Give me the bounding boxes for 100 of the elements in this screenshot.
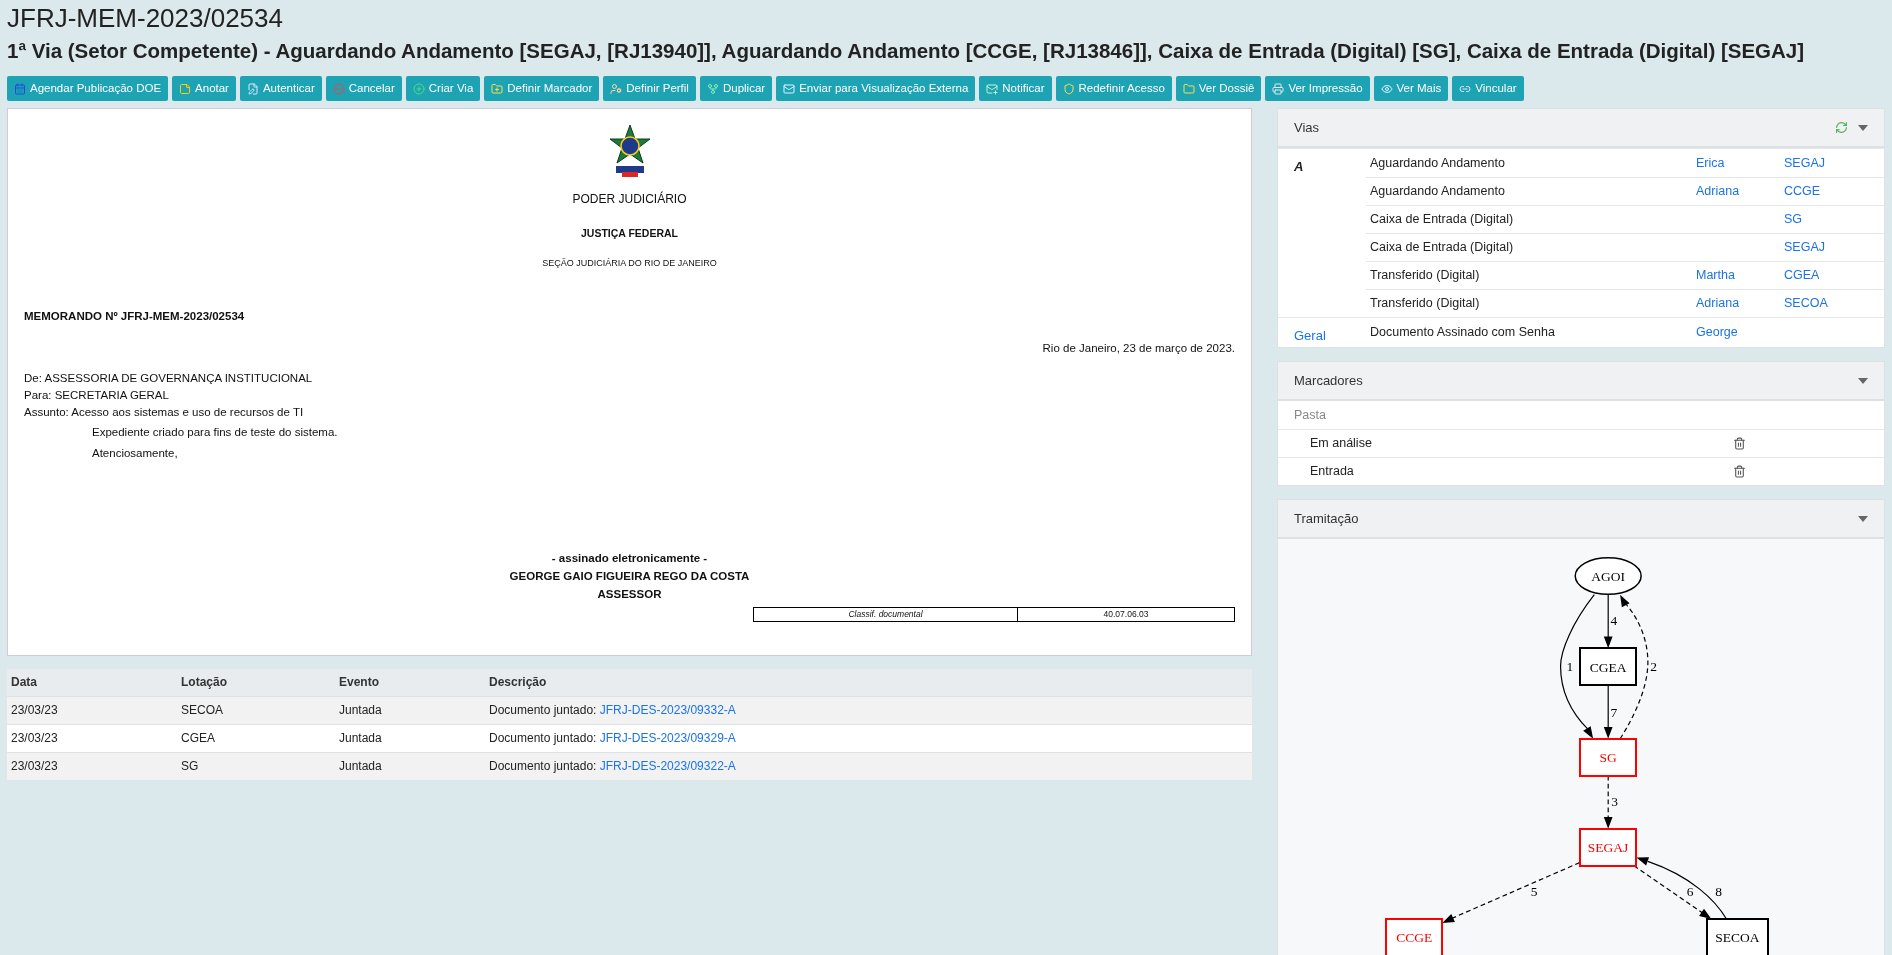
edge-label: 3 [1611,793,1619,809]
trash-icon[interactable] [1733,437,1746,450]
calendar-icon [14,82,26,95]
edge-label: 7 [1610,704,1618,720]
graph-node[interactable] [1705,917,1770,955]
node-label: SECOA [1715,930,1760,946]
caret-icon[interactable] [1858,515,1868,522]
caret-icon[interactable] [1858,377,1868,384]
column-header: Evento [335,669,485,696]
via-status: Caixa de Entrada (Digital) [1369,239,1515,257]
user-gear-icon [610,82,623,95]
document-title: JFRJ-MEM-2023/02534 [7,2,284,34]
toolbar-button[interactable]: Agendar Publicação DOE [7,76,169,101]
memo-paragraph: Atenciosamente, [92,445,179,461]
classification-value: 40.07.06.03 [1102,607,1150,621]
toolbar-button[interactable]: Redefinir Acesso [1055,76,1172,101]
edge-label: 2 [1650,658,1657,674]
plus-circle-icon [412,82,425,95]
graph-node[interactable] [1385,917,1444,955]
toolbar-button[interactable]: Ver Dossiê [1175,76,1262,101]
envelope-icon [986,82,999,95]
toolbar-button[interactable]: Ver Impressão [1265,76,1370,101]
person-link[interactable]: Martha [1696,268,1735,283]
institution-heading: PODER JUDICIÁRIO [572,190,687,208]
unit-link[interactable]: SECOA [1784,296,1828,311]
pen-icon [246,82,259,95]
via-status: Documento Assinado com Senha [1369,323,1556,341]
node-label: SG [1599,750,1617,765]
emblem-drawing [607,124,652,178]
graph-node[interactable] [1579,647,1637,687]
unit-link[interactable]: SEGAJ [1784,240,1825,255]
document-link[interactable]: JFRJ-DES-2023/09332-A [599,703,736,717]
unit-link[interactable]: SEGAJ [1784,155,1825,170]
toolbar-button[interactable]: Vincular [1452,76,1524,101]
via-status: Aguardando Andamento [1369,154,1506,172]
person-link[interactable]: Adriana [1696,184,1740,199]
note-icon [179,82,192,95]
toolbar-button[interactable]: Duplicar [699,76,773,101]
unit-link[interactable]: CCGE [1784,184,1821,199]
group-label: Pasta [1294,406,1326,424]
toolbar-button[interactable]: Definir Perfil [603,76,696,101]
description-text: Documento juntado: [489,759,597,774]
panel-title: Tramitação [1294,509,1359,528]
person-link[interactable]: Erica [1696,155,1725,170]
memo-header-line: De: ASSESSORIA DE GOVERNANÇA INSTITUCIONAL [24,370,314,386]
table-cell: SG [177,752,335,780]
section-heading: SEÇÃO JUDICIÁRIA DO RIO DE JANEIRO [542,256,717,270]
graph-node[interactable] [1579,737,1637,777]
shield-icon [1062,82,1075,95]
court-heading: JUSTIÇA FEDERAL [580,226,678,241]
node-label: AGOI [1591,568,1626,584]
panel-title: Marcadores [1294,371,1363,390]
toolbar-button[interactable]: Cancelar [325,76,402,101]
table-cell: 23/03/23 [7,752,177,780]
memo-number: MEMORANDO Nº JFRJ-MEM-2023/02534 [24,309,246,325]
date-line: Rio de Janeiro, 23 de março de 2023. [1041,340,1235,356]
unit-link[interactable]: CGEA [1784,268,1820,283]
folder-icon [491,82,504,95]
minus-circle-icon [332,82,345,95]
toolbar-button[interactable]: Definir Marcador [484,76,600,101]
toolbar-button[interactable]: Notificar [979,76,1052,101]
via-link[interactable]: Geral [1294,328,1326,343]
node-label: SEGAJ [1587,840,1629,856]
envelope-icon [783,82,796,95]
column-header: Descrição [485,669,1252,696]
caret-icon[interactable] [1858,124,1868,131]
graph-node[interactable] [1574,557,1642,596]
person-link[interactable]: Adriana [1696,296,1740,311]
node-label: CGEA [1589,659,1627,675]
column-header: Lotação [177,669,335,696]
table-cell: 23/03/23 [7,696,177,724]
via-status: Transferido (Digital) [1369,295,1481,313]
toolbar-button[interactable]: Anotar [172,76,236,101]
table-cell: SECOA [177,696,335,724]
toolbar-button[interactable]: Autenticar [239,76,322,101]
toolbar-button[interactable]: Ver Mais [1373,76,1449,101]
toolbar-button[interactable]: Criar Via [405,76,481,101]
fork-icon [706,82,719,95]
unit-link[interactable]: SG [1784,212,1803,227]
table-cell: 23/03/23 [7,724,177,752]
document-link[interactable]: JFRJ-DES-2023/09322-A [599,759,736,774]
document-link[interactable]: JFRJ-DES-2023/09329-A [599,731,736,745]
edge-label: 8 [1715,883,1723,899]
toolbar-button[interactable]: Enviar para Visualização Externa [776,76,976,101]
memo-header-line: Para: SECRETARIA GERAL [24,387,170,403]
marker-name: Entrada [1309,463,1355,481]
via-status: Caixa de Entrada (Digital) [1369,211,1515,229]
eye-icon [1380,82,1393,95]
via-label: A [1294,159,1304,174]
signature-line: GEORGE GAIO FIGUEIRA REGO DA COSTA [509,568,750,584]
table-cell: Juntada [335,696,485,724]
signature-line: - assinado eletronicamente - [551,550,708,566]
trash-icon[interactable] [1733,465,1746,478]
via-status: Aguardando Andamento [1369,183,1506,201]
graph-node[interactable] [1578,827,1638,867]
memo-header-line: Assunto: Acesso aos sistemas e uso de recursos de TI [24,404,305,420]
person-link[interactable]: George [1696,324,1738,339]
description-text: Documento juntado: [489,731,597,745]
signature-line: ASSESSOR [597,586,662,602]
edge-label: 6 [1686,883,1694,899]
